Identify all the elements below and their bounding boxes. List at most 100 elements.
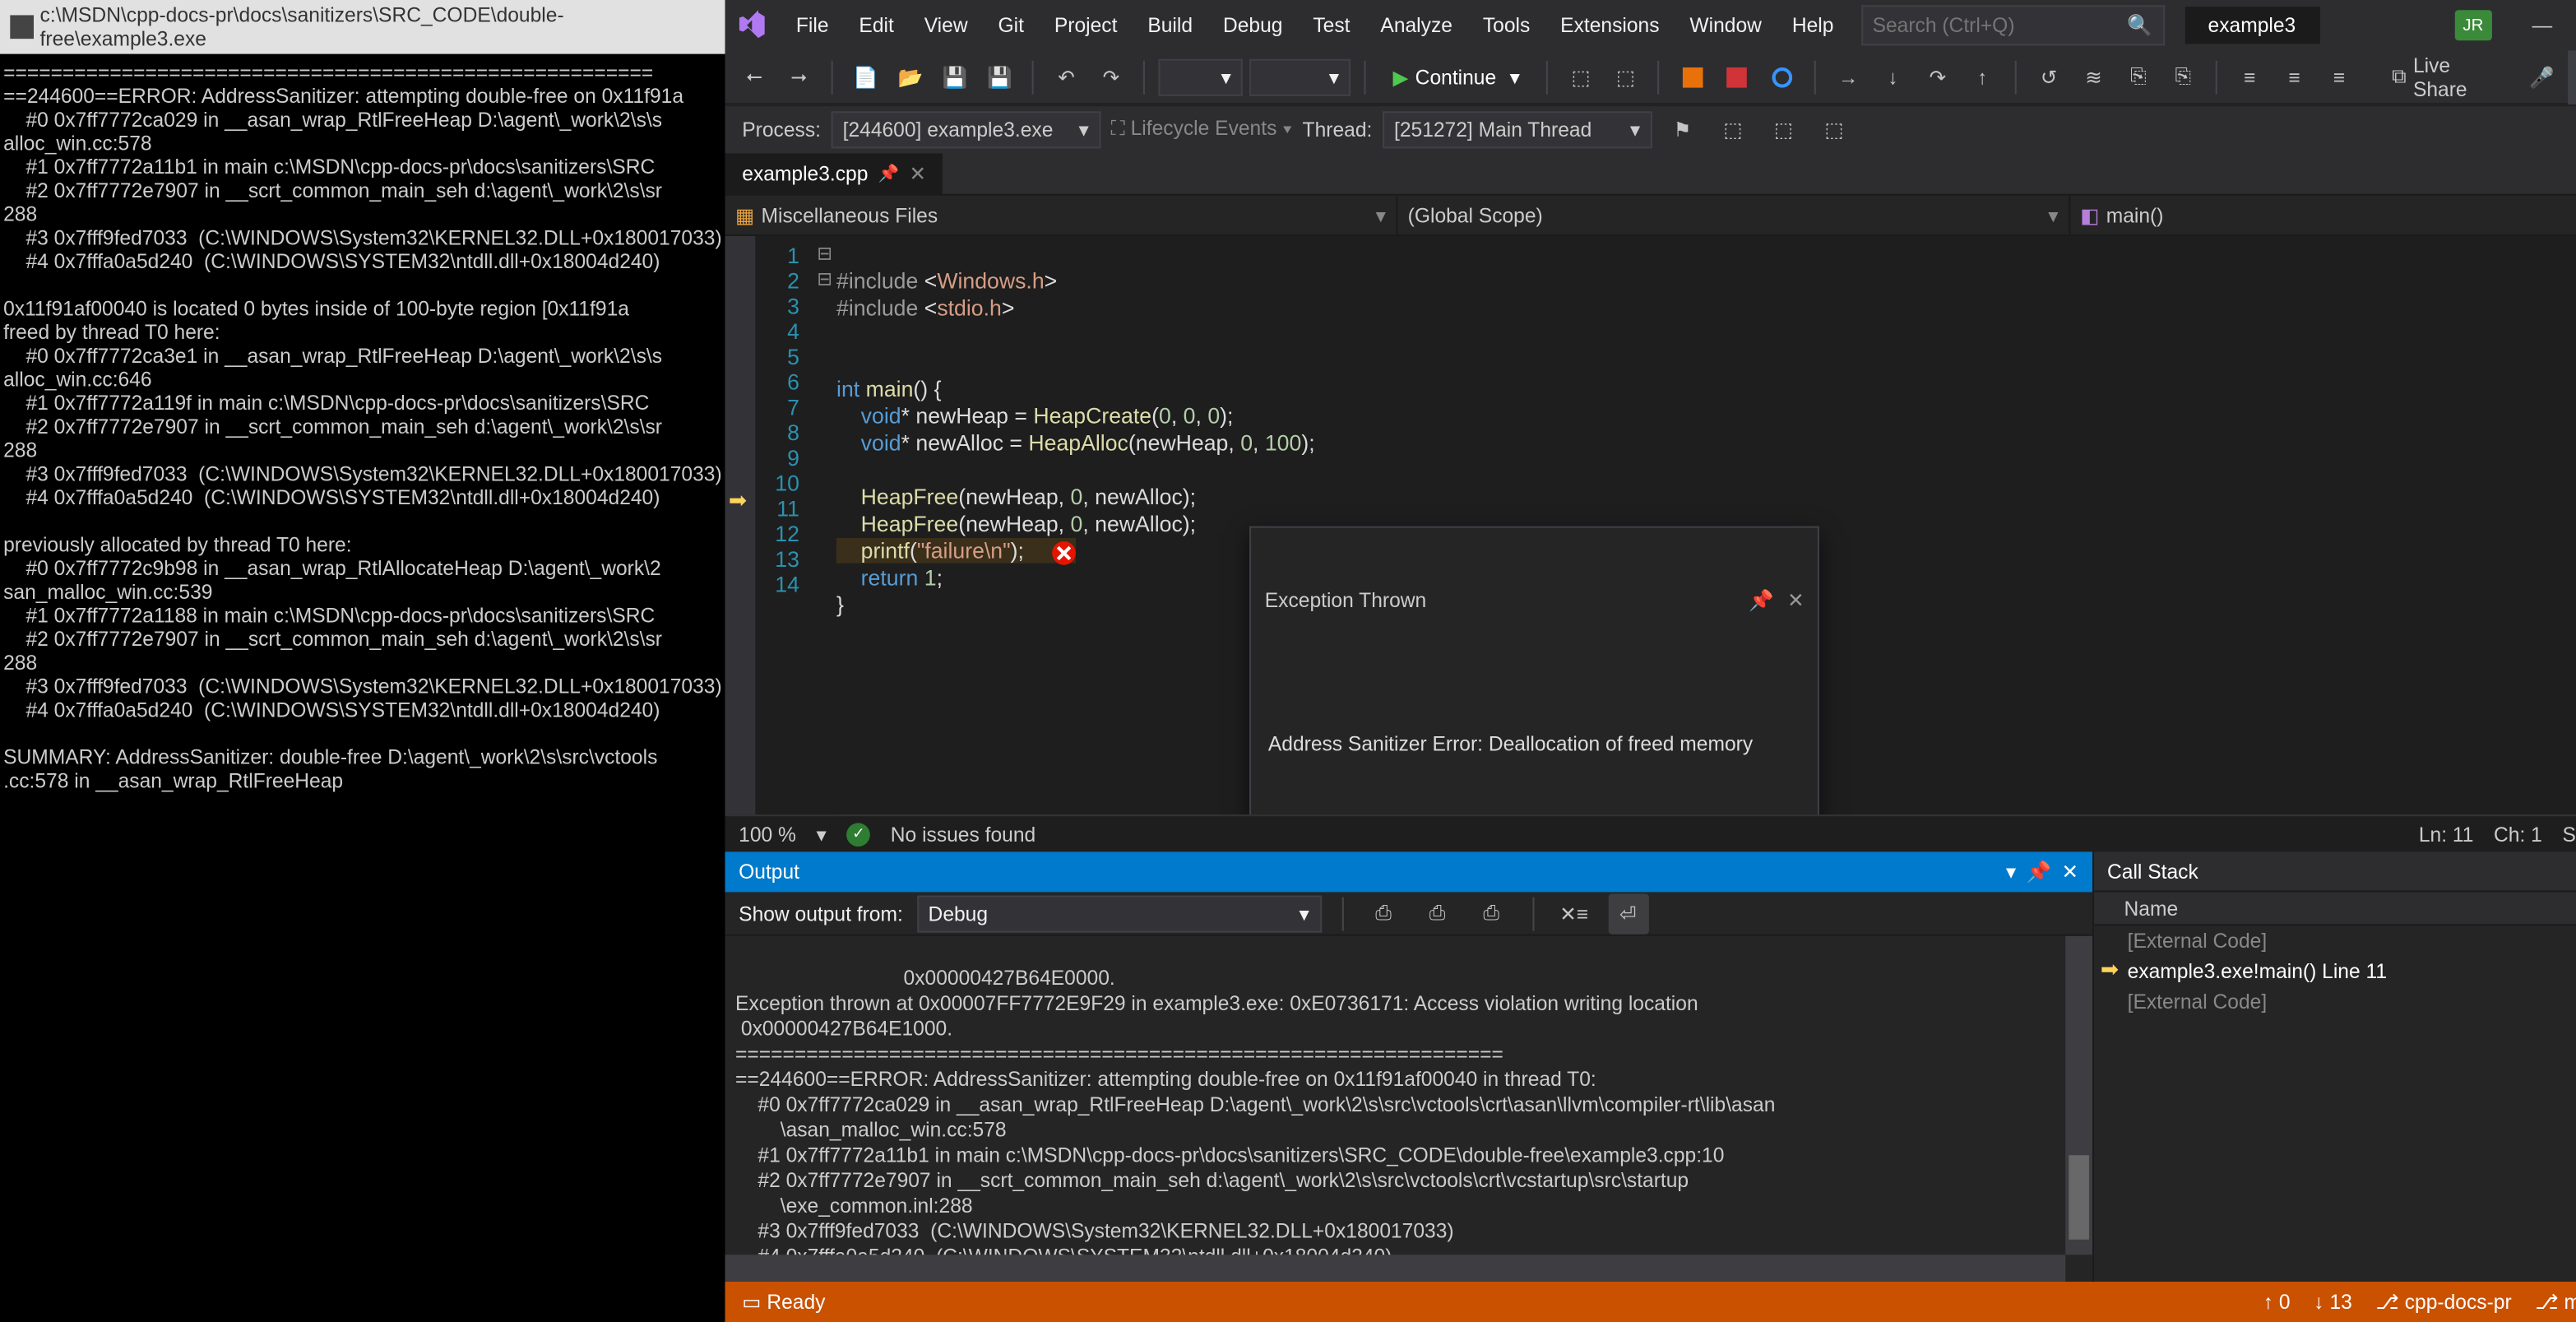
lifecycle-label[interactable]: Lifecycle Events — [1131, 116, 1277, 140]
out-wrap-icon[interactable]: ⏎ — [1608, 893, 1648, 933]
git-up[interactable]: ↑ 0 — [2263, 1290, 2291, 1314]
menu-project[interactable]: Project — [1040, 7, 1130, 44]
menu-analyze[interactable]: Analyze — [1367, 7, 1466, 44]
dbg-c-icon[interactable]: ⎘ — [2120, 57, 2157, 97]
pause-icon[interactable] — [1673, 57, 1711, 97]
step2-icon[interactable]: ⬚ — [1606, 57, 1644, 97]
popup-close-icon[interactable]: ✕ — [1787, 588, 1805, 614]
out-clear-icon[interactable]: ✕≡ — [1554, 893, 1594, 933]
live-share-button[interactable]: ⧉ Live Share — [2379, 49, 2516, 104]
out-b-icon[interactable]: ⎙ — [1417, 893, 1457, 933]
next-stmt-icon[interactable]: → — [1829, 57, 1867, 97]
code-editor[interactable]: ➡ 1234567891011121314 ⊟⊟ #include <Windo… — [725, 236, 2576, 814]
console-title-text: c:\MSDN\cpp-docs-pr\docs\sanitizers\SRC_… — [40, 3, 716, 50]
minimize-button[interactable]: — — [2509, 2, 2576, 49]
menu-extensions[interactable]: Extensions — [1547, 7, 1673, 44]
save-all-icon[interactable]: 💾 — [981, 57, 1019, 97]
open-icon[interactable]: 📂 — [892, 57, 929, 97]
git-repo[interactable]: ⎇ cpp-docs-pr — [2376, 1290, 2512, 1314]
feedback-icon[interactable]: 🎤 — [2523, 57, 2560, 97]
platform-combo[interactable]: ▾ — [1249, 58, 1351, 95]
dbg-b-icon[interactable]: ≋ — [2075, 57, 2113, 97]
zoom-level[interactable]: 100 % — [739, 822, 796, 846]
menu-tools[interactable]: Tools — [1469, 7, 1543, 44]
undo-icon[interactable]: ↶ — [1047, 57, 1085, 97]
out-c-icon[interactable]: ⎙ — [1471, 893, 1512, 933]
close-tab-icon[interactable]: ✕ — [910, 162, 927, 186]
menu-file[interactable]: File — [782, 7, 841, 44]
console-titlebar[interactable]: c:\MSDN\cpp-docs-pr\docs\sanitizers\SRC_… — [0, 0, 725, 54]
nav-back-icon[interactable]: ⭠ — [735, 57, 773, 97]
user-badge[interactable]: JR — [2454, 10, 2491, 40]
vs-logo-icon — [732, 5, 772, 45]
menu-build[interactable]: Build — [1134, 7, 1207, 44]
issues-text: No issues found — [891, 822, 1035, 846]
save-icon[interactable]: 💾 — [936, 57, 974, 97]
debug-location-toolbar: Process: [244600] example3.exe▾ ⛶ Lifecy… — [725, 104, 2576, 151]
git-down[interactable]: ↓ 13 — [2314, 1290, 2352, 1314]
search-input[interactable] — [1873, 13, 2109, 37]
col-indicator[interactable]: Ch: 1 — [2494, 822, 2542, 846]
redo-icon[interactable]: ↷ — [1092, 57, 1130, 97]
nav-scope-combo[interactable]: (Global Scope)▾ — [1397, 196, 2070, 234]
file-tab-example3[interactable]: example3.cpp 📌 ✕ — [725, 154, 943, 194]
popup-pin-icon[interactable]: 📌 — [1749, 588, 1774, 614]
dbg-e-icon[interactable]: ≡ — [2231, 57, 2268, 97]
process-label: Process: — [742, 117, 821, 141]
thread-label: Thread: — [1303, 117, 1373, 141]
solution-name-tab[interactable]: example3 — [2185, 7, 2319, 44]
nav-member-combo[interactable]: ◧main()▾ — [2070, 196, 2576, 234]
output-dropdown-icon[interactable]: ▾ — [2006, 860, 2016, 884]
output-pin-icon[interactable]: 📌 — [2027, 860, 2052, 884]
thread-combo[interactable]: [251272] Main Thread▾ — [1383, 110, 1652, 147]
dbg-y-icon[interactable]: ⬚ — [1763, 109, 1804, 149]
output-close-icon[interactable]: ✕ — [2062, 860, 2079, 884]
process-combo[interactable]: [244600] example3.exe▾ — [831, 110, 1100, 147]
pin-icon[interactable]: 📌 — [878, 165, 900, 183]
menu-window[interactable]: Window — [1676, 7, 1775, 44]
callstack-row[interactable]: [External Code] — [2094, 986, 2576, 1017]
output-header[interactable]: Output ▾ 📌 ✕ — [725, 851, 2092, 892]
dbg-x-icon[interactable]: ⬚ — [1712, 109, 1753, 149]
restart-icon[interactable] — [1763, 57, 1800, 97]
menu-edit[interactable]: Edit — [846, 7, 907, 44]
step-icon[interactable]: ⬚ — [1562, 57, 1600, 97]
breakpoint-gutter[interactable]: ➡ — [725, 236, 756, 814]
output-hscroll[interactable] — [725, 1255, 2065, 1282]
spc-indicator[interactable]: SPC — [2562, 822, 2576, 846]
menu-git[interactable]: Git — [985, 7, 1037, 44]
dbg-d-icon[interactable]: ⎘ — [2164, 57, 2202, 97]
output-text[interactable]: 0x00000427B64E0000. Exception thrown at … — [725, 936, 2092, 1282]
search-box[interactable]: 🔍 — [1860, 5, 2164, 45]
step-out-icon[interactable]: ↑ — [1963, 57, 2001, 97]
nav-fwd-icon[interactable]: ⭢ — [780, 57, 818, 97]
menu-view[interactable]: View — [910, 7, 981, 44]
dbg-z-icon[interactable]: ⬚ — [1814, 109, 1854, 149]
line-indicator[interactable]: Ln: 11 — [2419, 822, 2474, 846]
nav-project-combo[interactable]: ▦Miscellaneous Files▾ — [725, 196, 1398, 234]
code-content[interactable]: #include <Windows.h> #include <stdio.h> … — [836, 236, 2576, 814]
step-over-icon[interactable]: ↷ — [1919, 57, 1957, 97]
dbg-f-icon[interactable]: ≡ — [2276, 57, 2314, 97]
dbg-a-icon[interactable]: ↺ — [2030, 57, 2068, 97]
output-source-combo[interactable]: Debug▾ — [916, 895, 1321, 932]
dbg-g-icon[interactable]: ≡ — [2320, 57, 2358, 97]
callstack-row[interactable]: ➡example3.exe!main() Line 11C++ — [2094, 956, 2576, 986]
menu-test[interactable]: Test — [1300, 7, 1364, 44]
output-vscroll[interactable] — [2065, 936, 2092, 1255]
callstack-rows[interactable]: [External Code]➡example3.exe!main() Line… — [2094, 925, 2576, 1282]
flag-icon[interactable]: ⚑ — [1662, 109, 1703, 149]
step-into-icon[interactable]: ↓ — [1874, 57, 1911, 97]
callstack-header[interactable]: Call Stack ▾ 📌 ✕ — [2094, 851, 2576, 892]
menu-debug[interactable]: Debug — [1210, 7, 1296, 44]
git-branch[interactable]: ⎇ master ▴ — [2535, 1290, 2576, 1314]
out-a-icon[interactable]: ⎙ — [1363, 893, 1403, 933]
status-ready: ▭ Ready — [742, 1290, 825, 1314]
outlining-gutter[interactable]: ⊟⊟ — [813, 236, 836, 814]
menu-help[interactable]: Help — [1778, 7, 1846, 44]
config-combo[interactable]: ▾ — [1159, 58, 1244, 95]
stop-icon[interactable] — [1718, 57, 1756, 97]
new-item-icon[interactable]: 📄 — [846, 57, 884, 97]
continue-button[interactable]: ▶Continue▾ — [1379, 62, 1533, 92]
callstack-row[interactable]: [External Code] — [2094, 925, 2576, 956]
